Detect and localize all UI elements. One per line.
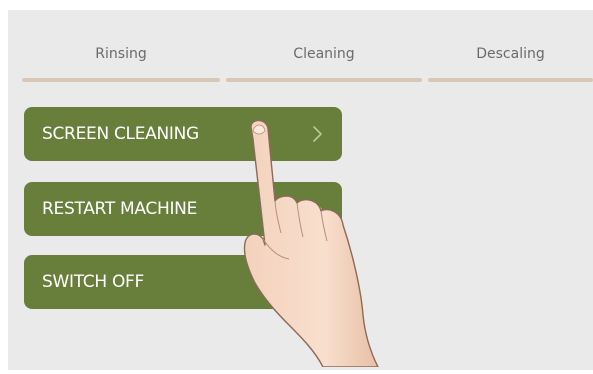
tab-underline [428, 78, 593, 82]
tab-underline [22, 78, 220, 82]
button-label: RESTART MACHINE [42, 199, 198, 219]
tab-label: Descaling [476, 46, 545, 62]
tab-cleaning[interactable]: Cleaning [226, 10, 422, 82]
tab-label: Rinsing [95, 46, 147, 62]
tab-underline [226, 78, 422, 82]
tab-descaling[interactable]: Descaling [428, 10, 593, 82]
tab-bar: Rinsing Cleaning Descaling [8, 10, 593, 82]
tab-rinsing[interactable]: Rinsing [22, 10, 220, 82]
tab-label: Cleaning [293, 46, 355, 62]
button-label: SCREEN CLEANING [42, 124, 199, 144]
pointing-hand-icon [243, 119, 379, 367]
button-label: SWITCH OFF [42, 272, 144, 292]
